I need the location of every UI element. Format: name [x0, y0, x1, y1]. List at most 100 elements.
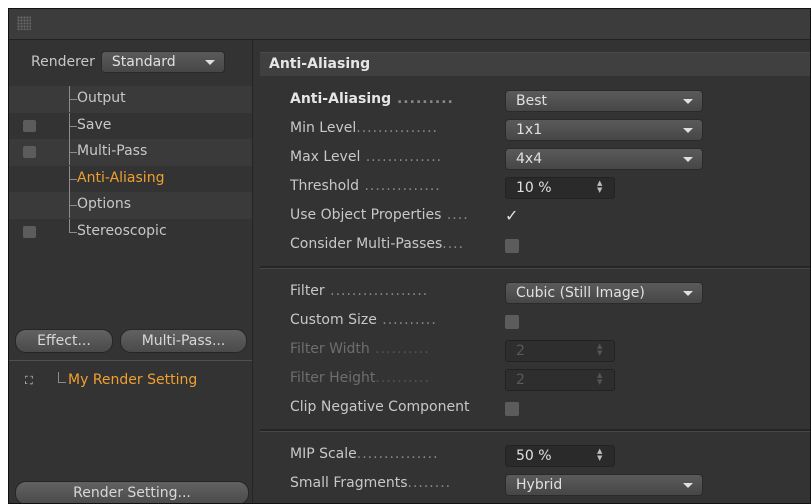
consider-multi-passes-row: Consider Multi-Passes.... — [260, 233, 810, 259]
filter-height-row: Filter Height.......... 2 ▲ ▼ — [260, 367, 810, 393]
renderer-row: Renderer Standard — [31, 50, 225, 74]
tree-line — [69, 231, 77, 233]
min-level-dropdown[interactable]: 1x1 — [505, 119, 703, 141]
spinner-arrows-icon[interactable]: ▲ ▼ — [597, 448, 604, 462]
dropdown-arrow-icon — [683, 128, 693, 133]
tree-item-options[interactable]: Options — [9, 192, 252, 219]
tree-line — [69, 218, 70, 233]
separator — [9, 360, 252, 361]
filter-row: Filter .................. Cubic (Still I… — [260, 280, 810, 306]
mip-scale-row: MIP Scale............... 50 % ▲ ▼ — [260, 443, 810, 469]
dropdown-value: Cubic (Still Image) — [516, 285, 645, 301]
property-label: Custom Size .......... — [290, 312, 437, 328]
threshold-field[interactable]: 10 % ▲ ▼ — [505, 177, 615, 199]
dropdown-arrow-icon — [683, 483, 693, 488]
property-label: Filter Height.......... — [290, 370, 430, 386]
dropdown-value: 4x4 — [516, 151, 543, 167]
effect-button[interactable]: Effect... — [15, 329, 113, 353]
field-value: 2 — [516, 343, 525, 359]
tree-item-label: Anti-Aliasing — [77, 169, 165, 186]
dropdown-arrow-icon — [683, 291, 693, 296]
checkmark-icon: ✓ — [505, 206, 519, 225]
tree-item-label: Output — [77, 90, 126, 106]
clip-negative-row: Clip Negative Component — [260, 396, 810, 422]
property-label: Filter .................. — [290, 283, 429, 299]
renderer-label: Renderer — [31, 54, 95, 70]
spinner-arrows-icon[interactable]: ▲ ▼ — [597, 180, 604, 194]
max-level-row: Max Level .............. 4x4 — [260, 146, 810, 172]
custom-size-row: Custom Size .......... — [260, 309, 810, 335]
tree-item-anti-aliasing[interactable]: Anti-Aliasing — [9, 165, 252, 193]
property-label: Anti-Aliasing ......... — [290, 91, 454, 107]
render-setting-icon: ⛶ — [25, 374, 33, 387]
section-title: Anti-Aliasing — [260, 52, 810, 76]
title-bar[interactable] — [9, 9, 810, 40]
tree-line — [58, 382, 66, 383]
enable-checkbox[interactable] — [23, 225, 36, 238]
property-label: Threshold .............. — [290, 178, 441, 194]
field-value: 2 — [516, 372, 525, 388]
right-panel: Anti-Aliasing Anti-Aliasing ......... Be… — [260, 40, 810, 503]
property-label: Consider Multi-Passes.... — [290, 236, 465, 252]
tree-line — [69, 178, 77, 180]
render-settings-window: Renderer Standard Output Save Multi-Pass… — [8, 8, 811, 504]
tree-line — [58, 372, 59, 382]
threshold-row: Threshold .............. 10 % ▲ ▼ — [260, 175, 810, 201]
dropdown-value: Hybrid — [516, 477, 563, 493]
mip-scale-field[interactable]: 50 % ▲ ▼ — [505, 445, 615, 467]
dropdown-arrow-icon — [683, 157, 693, 162]
small-fragments-row: Small Fragments........ Hybrid — [260, 472, 810, 498]
small-fragments-dropdown[interactable]: Hybrid — [505, 474, 703, 496]
grip-icon[interactable] — [17, 16, 31, 30]
tree-item-multi-pass[interactable]: Multi-Pass — [9, 139, 252, 166]
enable-checkbox[interactable] — [23, 119, 36, 132]
field-value: 10 % — [516, 180, 552, 196]
spinner-arrows-icon: ▲ ▼ — [597, 342, 603, 357]
enable-checkbox[interactable] — [23, 146, 36, 158]
property-label: Min Level............... — [290, 120, 439, 136]
field-value: 50 % — [516, 448, 552, 464]
settings-tree: Output Save Multi-Pass Anti-Aliasing Opt… — [9, 86, 252, 245]
tree-item-label: Save — [77, 116, 112, 133]
left-panel: Renderer Standard Output Save Multi-Pass… — [9, 40, 253, 503]
tree-item-label: Options — [77, 196, 132, 212]
custom-size-checkbox[interactable] — [505, 311, 519, 329]
dropdown-arrow-icon — [683, 99, 693, 104]
filter-width-field: 2 ▲ ▼ — [505, 340, 615, 362]
divider — [260, 429, 810, 432]
use-object-properties-checkbox[interactable]: ✓ — [505, 206, 518, 226]
property-label: MIP Scale............... — [290, 446, 439, 462]
filter-dropdown[interactable]: Cubic (Still Image) — [505, 282, 703, 304]
anti-aliasing-dropdown[interactable]: Best — [505, 90, 703, 112]
divider — [260, 266, 810, 269]
filter-height-field: 2 ▲ ▼ — [505, 369, 615, 391]
tree-line — [69, 99, 77, 100]
filter-width-row: Filter Width .......... 2 ▲ ▼ — [260, 338, 810, 364]
multi-pass-button[interactable]: Multi-Pass... — [120, 329, 247, 353]
max-level-dropdown[interactable]: 4x4 — [505, 148, 703, 170]
property-label: Use Object Properties .... — [290, 207, 469, 223]
tree-line — [69, 125, 77, 127]
min-level-row: Min Level............... 1x1 — [260, 117, 810, 143]
tree-item-stereoscopic[interactable]: Stereoscopic — [9, 218, 252, 246]
dropdown-value: Best — [516, 93, 548, 109]
tree-item-output[interactable]: Output — [9, 86, 252, 113]
renderer-dropdown[interactable]: Standard — [100, 51, 225, 73]
renderer-value: Standard — [111, 54, 176, 70]
dropdown-value: 1x1 — [516, 122, 543, 138]
tree-item-save[interactable]: Save — [9, 112, 252, 140]
tree-line — [69, 152, 77, 153]
property-label: Filter Width .......... — [290, 341, 430, 357]
dropdown-arrow-icon — [204, 60, 215, 65]
render-setting-button[interactable]: Render Setting... — [15, 481, 249, 503]
consider-multi-passes-checkbox[interactable] — [505, 235, 519, 253]
clip-negative-checkbox[interactable] — [505, 398, 519, 416]
tree-item-label: Multi-Pass — [77, 143, 148, 159]
property-label: Clip Negative Component — [290, 399, 470, 415]
property-label: Max Level .............. — [290, 149, 443, 165]
tree-item-label: Stereoscopic — [77, 222, 167, 239]
anti-aliasing-row: Anti-Aliasing ......... Best — [260, 88, 810, 114]
spinner-arrows-icon: ▲ ▼ — [597, 371, 603, 386]
render-setting-item[interactable]: ⛶ My Render Setting — [9, 368, 252, 396]
use-object-properties-row: Use Object Properties .... ✓ — [260, 204, 810, 230]
